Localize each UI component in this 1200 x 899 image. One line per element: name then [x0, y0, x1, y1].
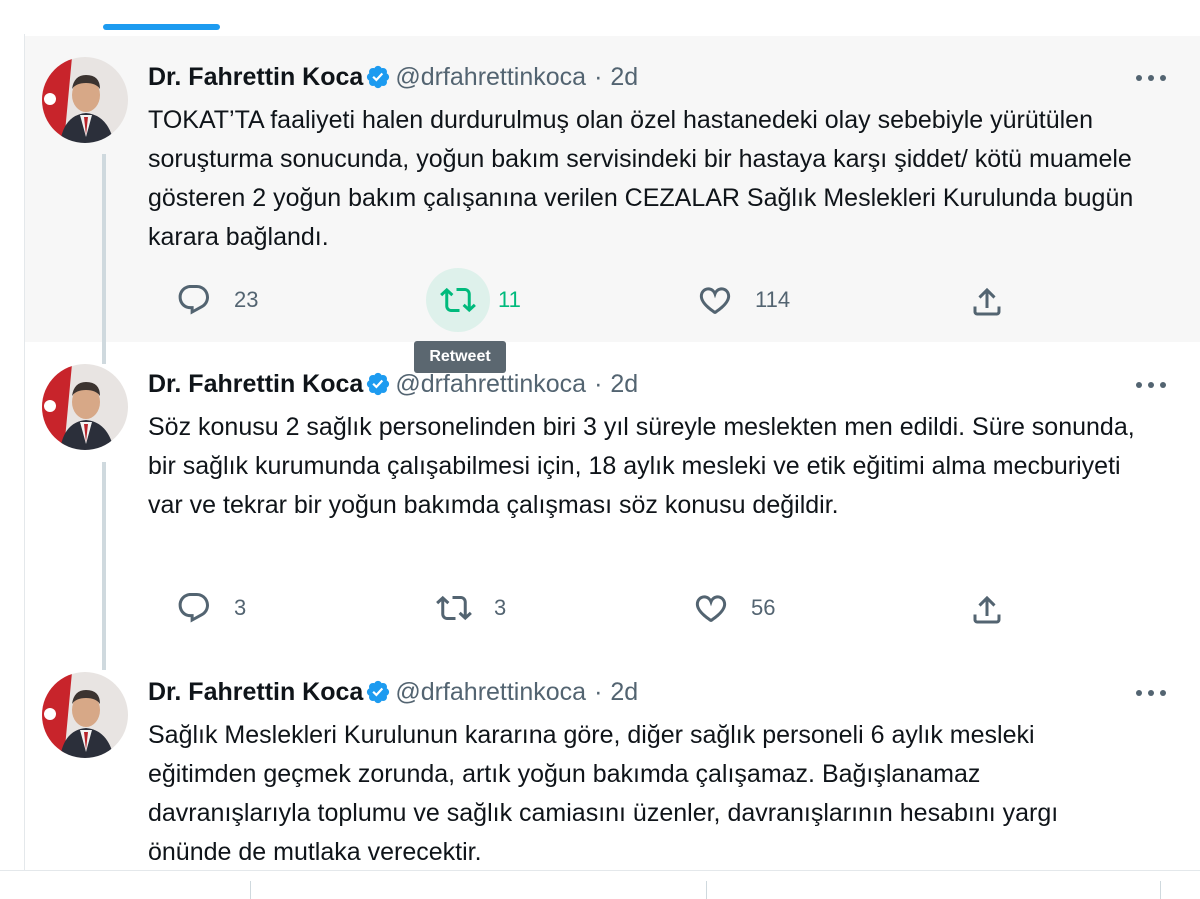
share-button[interactable]: [969, 592, 1005, 628]
more-dots-icon: [1136, 382, 1166, 388]
reply-button[interactable]: 3: [176, 590, 246, 626]
bottom-divider: [706, 881, 707, 899]
more-options-button[interactable]: [1132, 369, 1170, 401]
retweet-button[interactable]: 3: [436, 590, 506, 626]
verified-badge-icon: [367, 372, 390, 396]
tweet-text: Sağlık Meslekleri Kurulunun kararına gör…: [148, 721, 1059, 866]
bottom-divider: [1160, 881, 1161, 899]
verified-badge-icon: [367, 65, 390, 89]
like-button[interactable]: 56: [693, 590, 775, 626]
author-handle[interactable]: @drfahrettinkoca: [395, 676, 586, 708]
author-handle[interactable]: @drfahrettinkoca: [395, 368, 586, 400]
avatar-portrait-icon: [42, 672, 128, 758]
retweet-icon: [440, 287, 476, 313]
like-count: 56: [751, 595, 776, 620]
separator-dot: ·: [594, 63, 603, 91]
top-tab-strip: [0, 0, 1200, 34]
avatar[interactable]: [42, 364, 128, 450]
more-options-button[interactable]: [1132, 677, 1170, 709]
tweet-timestamp[interactable]: 2d: [610, 61, 638, 93]
like-heart-icon: [699, 287, 731, 314]
bottom-divider: [250, 881, 251, 899]
more-dots-icon: [1136, 75, 1166, 81]
avatar[interactable]: [42, 57, 128, 143]
separator-dot: ·: [594, 370, 603, 398]
like-count: 114: [755, 287, 791, 312]
reply-icon: [178, 593, 209, 623]
separator-dot: ·: [594, 678, 603, 706]
author-name[interactable]: Dr. Fahrettin Koca: [148, 61, 363, 93]
active-tab-indicator: [103, 24, 220, 30]
bottom-bar: [0, 870, 1200, 899]
share-icon: [973, 595, 1001, 624]
share-icon: [973, 287, 1001, 316]
thread-connector-line: [102, 154, 106, 364]
more-dots-icon: [1136, 690, 1166, 696]
verified-badge-icon: [367, 680, 390, 704]
avatar[interactable]: [42, 672, 128, 758]
reply-icon: [178, 285, 209, 315]
avatar-portrait-icon: [42, 364, 128, 450]
reply-count: 3: [234, 595, 247, 620]
tweet-timestamp[interactable]: 2d: [610, 368, 638, 400]
tweet-text: Söz konusu 2 sağlık personelinden biri 3…: [148, 413, 1135, 519]
like-heart-icon: [695, 595, 727, 622]
retweet-count: 3: [494, 595, 507, 620]
author-name[interactable]: Dr. Fahrettin Koca: [148, 676, 363, 708]
share-button[interactable]: [969, 284, 1005, 320]
reply-count: 23: [234, 287, 259, 312]
retweet-icon: [436, 595, 472, 621]
like-button[interactable]: 114: [697, 282, 790, 318]
retweet-count: 11: [498, 287, 521, 312]
more-options-button[interactable]: [1132, 62, 1170, 94]
retweet-button[interactable]: 11: [440, 282, 521, 318]
avatar-portrait-icon: [42, 57, 128, 143]
author-handle[interactable]: @drfahrettinkoca: [395, 61, 586, 93]
tweet-header: Dr. Fahrettin Koca @drfahrettinkoca · 2d: [148, 61, 638, 93]
tweet-timestamp[interactable]: 2d: [610, 676, 638, 708]
reply-button[interactable]: 23: [176, 282, 258, 318]
thread-connector-line: [102, 462, 106, 670]
tweet-header: Dr. Fahrettin Koca @drfahrettinkoca · 2d: [148, 676, 638, 708]
tweet-text: TOKAT’TA faaliyeti halen durdurulmuş ola…: [148, 106, 1134, 251]
author-name[interactable]: Dr. Fahrettin Koca: [148, 368, 363, 400]
tweet-header: Dr. Fahrettin Koca @drfahrettinkoca · 2d: [148, 368, 638, 400]
